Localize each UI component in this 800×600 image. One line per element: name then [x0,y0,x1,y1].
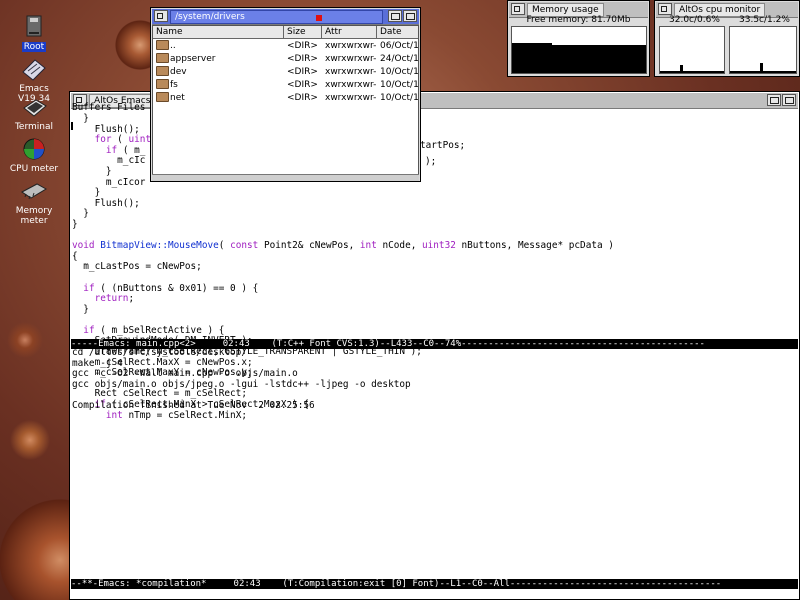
desktop-icon-terminal[interactable]: Terminal [2,94,66,132]
emacs-menubar[interactable]: Buffers Files [72,102,145,114]
desktop-icon-root[interactable]: Root [2,14,66,52]
file-attr: xwrxwrxwr- [325,54,377,64]
code-line: Flush(); [72,197,140,209]
file-date: 10/Oct/199 [380,80,419,90]
cpu0-graph-line [660,71,724,73]
cpu-monitor-window[interactable]: AltOs cpu monitor 32.0c/0.6% 33.5c/1.2% [654,0,800,77]
cpu1-graph [729,26,797,74]
code-fragment: tartPos; [420,140,466,151]
file-row[interactable]: appserver <DIR> xwrxwrxwr-24/Oct/199 [153,53,419,66]
memory-window[interactable]: Memory usage Free memory: 81.70Mb [507,0,650,77]
column-name[interactable]: Name [153,26,284,38]
folder-icon [156,53,169,63]
folder-icon [156,92,169,102]
free-memory-label: Free memory: 81.70Mb [526,15,631,25]
code-line: void BitmapView::MouseMove( const Point2… [72,240,614,252]
file-date: 06/Oct/199 [380,41,419,51]
file-date: 24/Oct/199 [380,54,419,64]
column-date[interactable]: Date [377,26,418,38]
close-icon[interactable] [154,10,168,22]
file-row[interactable]: fs <DIR> xwrxwrxwr-10/Oct/199 [153,79,419,92]
file-size: <DIR> [287,54,318,64]
file-manager-window[interactable]: /system/drivers Name Size Attr Date .. <D… [150,7,421,182]
horizontal-scrollbar[interactable] [152,174,419,181]
emacs-icon [22,59,46,81]
terminal-icon [23,99,47,117]
desktop-icon-cpu-meter[interactable]: CPU meter [2,136,66,174]
memory-graph-fill [512,45,646,73]
file-row[interactable]: dev <DIR> xwrxwrxwr-10/Oct/199 [153,66,419,79]
desktop-icon-label: Terminal [14,122,54,132]
cpu-meter-icon [23,138,45,160]
cpu1-label: 33.5c/1.2% [739,15,790,25]
file-manager-titlebar[interactable]: /system/drivers [152,9,419,25]
folder-icon [156,40,169,50]
code-line: m_cLastPos = cNewPos; [72,261,202,273]
cpu0-graph-spike [680,65,683,73]
file-name: .. [170,41,176,51]
file-attr: xwrxwrxwr- [325,80,377,90]
memory-chip-icon [21,183,47,200]
file-date: 10/Oct/199 [380,93,419,103]
column-attr[interactable]: Attr [322,26,377,38]
file-name: net [170,93,185,103]
column-size[interactable]: Size [284,26,322,38]
file-row[interactable]: net <DIR> xwrxwrxwr-10/Oct/199 [153,92,419,105]
cpu0-label: 32.0c/0.6% [669,15,720,25]
memory-graph-peak [512,43,552,45]
cpu0-graph [659,26,725,74]
file-size: <DIR> [287,93,318,103]
cpu1-graph-spike [760,63,763,73]
file-name: dev [170,67,187,77]
file-attr: xwrxwrxwr- [325,67,377,77]
file-attr: xwrxwrxwr- [325,93,377,103]
file-size: <DIR> [287,67,318,77]
cpu1-graph-line [730,71,796,73]
file-name: appserver [170,54,216,64]
code-line: } [72,303,89,315]
mouse-pointer-icon [316,15,322,21]
depth-icon[interactable] [767,94,781,106]
desktop-icon-label: Memory meter [15,206,53,226]
file-date: 10/Oct/199 [380,67,419,77]
memory-graph [511,26,647,74]
compilation-line: gcc objs/main.o objs/jpeg.o -lgui -lstdc… [72,378,411,390]
code-line: return; [94,293,135,305]
compilation-output[interactable]: cd /altos/src/systools/desktop/make -j 4… [72,347,411,412]
code-line: } [72,187,101,199]
file-size: <DIR> [287,80,318,90]
code-line: int nTmp = cSelRect.MinX; [105,409,247,421]
file-name: fs [170,80,178,90]
zoom-icon[interactable] [403,10,417,22]
desktop-icon-label: Root [21,42,47,52]
code-line: } [72,218,78,230]
file-row[interactable]: .. <DIR> xwrxwrxwr-06/Oct/199 [153,40,419,53]
compilation-line: cd /altos/src/systools/desktop/ [72,347,247,358]
code-line: if ( (nButtons & 0x01) == 0 ) { [83,282,259,294]
desktop-icon-label: CPU meter [9,164,59,174]
disk-icon [26,15,42,37]
window-title: /system/drivers [170,10,383,24]
code-line: } [72,208,89,220]
folder-icon [156,79,169,89]
file-list[interactable]: Name Size Attr Date .. <DIR> xwrxwrxwr- 06/… [152,25,419,175]
file-list-header: Name Size Attr Date [153,26,418,39]
mode-line-compilation: --**-Emacs: *compilation* 02:43 (T:Compi… [71,579,798,589]
file-size: <DIR> [287,41,318,51]
folder-icon [156,66,169,76]
code-fragment: ); [425,156,437,167]
zoom-icon[interactable] [782,94,796,106]
file-attr: xwrxwrxwr- [325,41,377,51]
desktop-icon-memory-meter[interactable]: Memory meter [2,178,66,226]
compilation-line: Compilation finished at Tue Nov 2 02:25:… [72,399,315,411]
close-icon[interactable] [511,3,525,15]
close-icon[interactable] [658,3,672,15]
depth-icon[interactable] [388,10,402,22]
